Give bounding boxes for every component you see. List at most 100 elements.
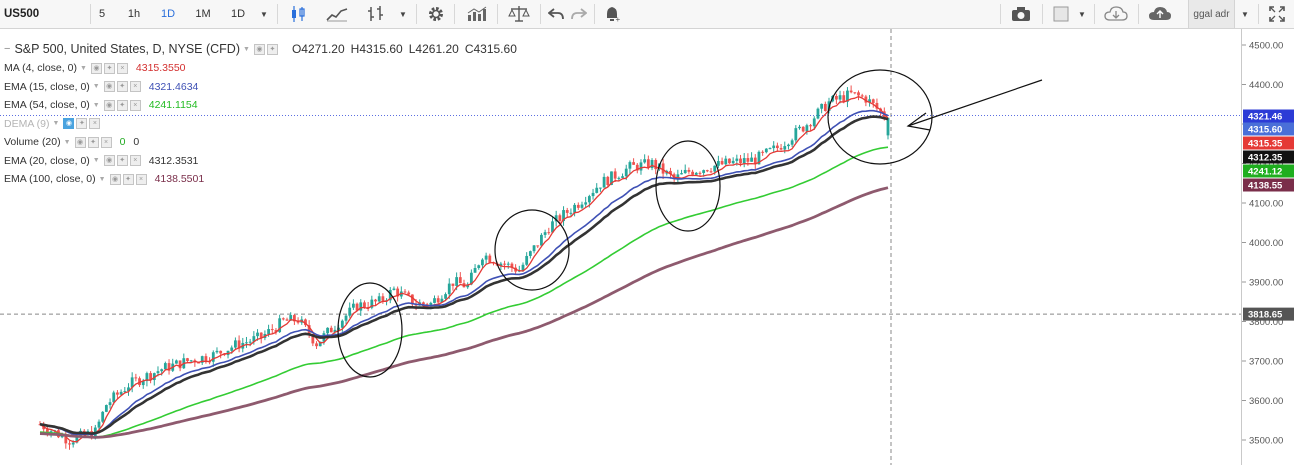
legend-indicator-row[interactable]: DEMA (9) ▼ ◉ ✦ × [4,115,517,134]
close-icon[interactable]: × [129,99,141,111]
interval-button-custom[interactable]: 1D [224,0,252,28]
settings-icon[interactable]: ✦ [103,62,115,74]
layout-chevron-icon[interactable]: ▼ [1074,0,1090,28]
bars-icon[interactable] [462,0,492,28]
legend-indicator-row[interactable]: EMA (100, close, 0) ▼ ◉ ✦ × 4138.5501 [4,170,517,189]
indicator-chevron-icon[interactable]: ▼ [99,176,106,183]
redo-icon[interactable] [568,0,590,28]
cloud-download-icon[interactable] [1100,0,1132,28]
eye-icon[interactable]: ◉ [63,118,75,130]
alert-icon[interactable]: + [598,0,626,28]
indicator-chevron-icon[interactable]: ▼ [93,102,100,109]
candle [547,227,551,235]
candle-body [528,251,532,256]
symbol-search-input[interactable]: US500 [0,0,90,28]
interval-button-5[interactable]: 5 [90,0,114,28]
price-axis[interactable]: 4500.004400.004300.004200.004100.004000.… [1241,29,1294,465]
eye-icon[interactable]: ◉ [74,136,86,148]
settings-icon[interactable]: ✦ [116,99,128,111]
candle-body [602,176,606,188]
eye-icon[interactable]: ◉ [103,81,115,93]
scale-icon[interactable] [504,0,534,28]
close-icon[interactable]: × [129,155,141,167]
indicator-value: 0 [119,136,126,149]
candle [680,169,683,175]
price-tag-label: 3818.65 [1248,310,1283,321]
candle-body [540,234,543,246]
candle-body [484,255,488,260]
toolbar-divider [497,4,498,24]
main-series-title: S&P 500, United States, D, NYSE (CFD) [14,42,240,56]
candle [849,85,853,94]
legend-indicator-row[interactable]: MA (4, close, 0) ▼ ◉ ✦ × 4315.3550 [4,59,517,78]
candle-body [204,356,208,362]
eye-icon[interactable]: ◉ [103,155,115,167]
eye-icon[interactable]: ◉ [103,99,115,111]
eye-icon[interactable]: ◉ [90,62,102,74]
settings-icon[interactable] [422,0,450,28]
candle [366,301,370,312]
candles-icon[interactable] [284,0,312,28]
legend-indicator-row[interactable]: EMA (20, close, 0) ▼ ◉ ✦ × 4312.3531 [4,152,517,171]
undo-icon[interactable] [545,0,567,28]
interval-button-1m[interactable]: 1M [188,0,218,28]
price-axis-scale[interactable]: 4500.004400.004300.004200.004100.004000.… [1242,29,1294,465]
candle-body [580,204,584,208]
settings-icon[interactable]: ✦ [116,81,128,93]
line-chart-icon[interactable] [322,0,352,28]
candle [750,152,753,162]
candle-body [108,402,112,406]
candle [790,138,794,148]
eye-icon[interactable]: ◉ [253,43,265,55]
legend-chevron-icon[interactable]: ▼ [243,46,250,53]
close-icon[interactable]: × [116,62,128,74]
settings-icon[interactable]: ✦ [122,173,134,185]
candle-body [532,245,536,252]
candle-body [407,292,411,295]
candle [768,147,772,150]
legend-main-series[interactable]: − S&P 500, United States, D, NYSE (CFD) … [4,39,517,59]
eye-icon[interactable]: ◉ [109,173,121,185]
candle [775,142,779,152]
chart-type-chevron-icon[interactable]: ▼ [394,0,412,28]
candle-body [477,265,481,268]
indicator-chevron-icon[interactable]: ▼ [64,139,71,146]
candle [857,90,860,101]
indicator-action-icons: ◉ ✦ × [103,99,143,111]
indicator-chevron-icon[interactable]: ▼ [93,157,100,164]
indicators-icon[interactable] [362,0,390,28]
price-tick-label: 4500.00 [1249,41,1283,52]
user-menu-chevron-icon[interactable]: ▼ [1238,0,1252,28]
close-icon[interactable]: × [129,81,141,93]
toolbar-divider [1042,4,1043,24]
interval-button-1d[interactable]: 1D [154,0,182,28]
candle-body [543,232,547,235]
layout-icon[interactable] [1048,0,1074,28]
close-icon[interactable]: × [100,136,112,148]
interval-button-1h[interactable]: 1h [120,0,148,28]
legend-collapse-icon[interactable]: − [4,43,10,55]
candle [720,157,724,166]
candle [742,153,746,168]
indicator-chevron-icon[interactable]: ▼ [93,83,100,90]
settings-icon[interactable]: ✦ [266,43,278,55]
candle [68,440,71,450]
indicator-chevron-icon[interactable]: ▼ [53,120,60,127]
interval-dropdown-chevron-icon[interactable]: ▼ [254,0,274,28]
candle-body [189,360,193,362]
settings-icon[interactable]: ✦ [76,118,88,130]
settings-icon[interactable]: ✦ [87,136,99,148]
close-icon[interactable]: × [89,118,101,130]
chart-pane[interactable]: − S&P 500, United States, D, NYSE (CFD) … [0,29,1241,465]
user-menu-button[interactable]: ggal adr [1188,0,1235,28]
legend-indicator-row[interactable]: EMA (15, close, 0) ▼ ◉ ✦ × 4321.4634 [4,78,517,97]
settings-icon[interactable]: ✦ [116,155,128,167]
camera-icon[interactable] [1006,0,1036,28]
legend-indicator-row[interactable]: EMA (54, close, 0) ▼ ◉ ✦ × 4241.1154 [4,96,517,115]
fullscreen-icon[interactable] [1264,0,1290,28]
indicator-chevron-icon[interactable]: ▼ [80,65,87,72]
cloud-upload-icon[interactable] [1144,0,1176,28]
close-icon[interactable]: × [135,173,147,185]
legend-indicator-row[interactable]: Volume (20) ▼ ◉ ✦ × 0 0 [4,133,517,152]
candle [396,286,400,302]
